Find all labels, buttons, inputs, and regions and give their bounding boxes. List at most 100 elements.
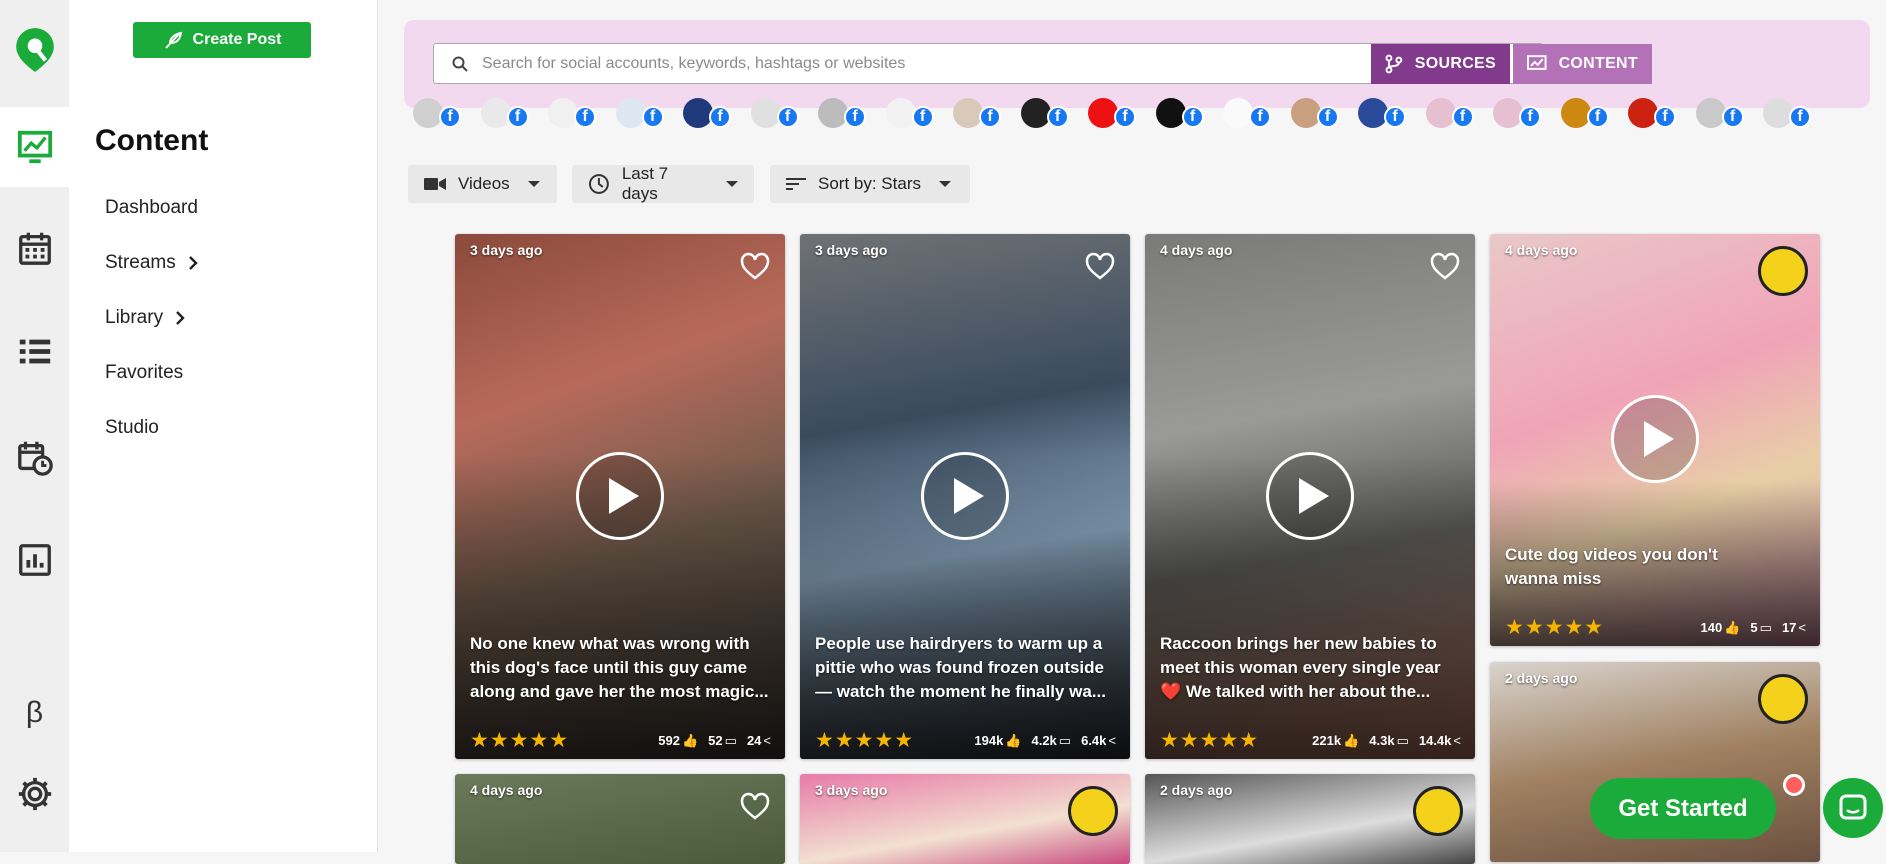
facebook-icon: f	[1316, 106, 1339, 128]
nav-favorites[interactable]: Favorites	[105, 362, 183, 384]
comments-count: 4.3k ▭	[1369, 733, 1409, 748]
video-card[interactable]: 4 days ago Raccoon brings her new babies…	[1145, 234, 1475, 759]
source-avatar[interactable]: f	[1628, 98, 1676, 128]
play-icon	[1299, 478, 1329, 514]
nav-library[interactable]: Library	[105, 307, 185, 329]
channel-badge	[1758, 246, 1808, 296]
avatar-image	[885, 98, 916, 128]
chevron-right-icon	[176, 311, 185, 325]
source-avatar[interactable]: f	[1493, 98, 1541, 128]
rail-beta[interactable]: β	[0, 676, 69, 750]
play-icon	[1644, 421, 1674, 457]
rail-analytics[interactable]	[0, 523, 69, 597]
source-avatar[interactable]: f	[548, 98, 596, 128]
rail-calendar[interactable]	[0, 211, 69, 285]
source-avatar[interactable]: f	[1290, 98, 1339, 128]
rail-content[interactable]	[0, 107, 69, 187]
card-caption: People use hairdryers to warm up a pitti…	[815, 634, 1106, 701]
chart-screen-icon	[1527, 55, 1547, 70]
source-avatar[interactable]: f	[1088, 98, 1136, 128]
source-avatar[interactable]: f	[683, 98, 731, 128]
nav-streams[interactable]: Streams	[105, 252, 198, 274]
thumbs-up-icon: 👍	[1724, 620, 1741, 635]
source-avatar[interactable]: f	[480, 98, 529, 128]
sort-lines-icon	[786, 178, 806, 190]
video-card[interactable]: 4 days ago	[455, 774, 785, 864]
type-filter-value: Videos	[458, 174, 510, 193]
share-icon: <	[1798, 620, 1806, 635]
source-avatar[interactable]: f	[1763, 98, 1811, 128]
card-age: 4 days ago	[1160, 242, 1233, 258]
heart-icon[interactable]	[1085, 252, 1115, 280]
video-card[interactable]: 4 days ago Cute dog videos you don't wan…	[1490, 234, 1820, 646]
source-avatar[interactable]: f	[1425, 98, 1474, 128]
source-avatar[interactable]: f	[1358, 98, 1406, 128]
channel-badge	[1068, 786, 1118, 836]
rail-settings[interactable]	[0, 757, 69, 831]
card-caption: Raccoon brings her new babies to meet th…	[1160, 634, 1441, 701]
heart-icon[interactable]	[740, 792, 770, 820]
rail-list[interactable]	[0, 315, 69, 389]
nav-label: Library	[105, 307, 164, 328]
caret-down-icon	[527, 181, 540, 187]
star-rating: ★★★★★	[1505, 616, 1605, 639]
type-filter-dropdown[interactable]: Videos	[408, 165, 557, 203]
facebook-icon: f	[506, 106, 529, 128]
rail-schedule[interactable]	[0, 420, 69, 494]
source-avatar[interactable]: f	[818, 98, 866, 128]
date-range-dropdown[interactable]: Last 7 days	[572, 164, 754, 203]
video-card[interactable]: 3 days ago No one knew what was wrong wi…	[455, 234, 785, 759]
nav-dashboard[interactable]: Dashboard	[105, 197, 198, 219]
share-icon: <	[1108, 733, 1116, 748]
thumbs-up-icon: 👍	[1343, 733, 1360, 748]
chart-screen-icon	[17, 130, 52, 164]
play-button[interactable]	[921, 452, 1009, 540]
caret-down-icon	[726, 181, 738, 187]
source-avatar[interactable]: f	[1560, 98, 1609, 128]
tab-sources[interactable]: SOURCES	[1371, 44, 1510, 84]
source-avatar[interactable]: f	[615, 98, 664, 128]
source-avatar[interactable]: f	[1223, 98, 1271, 128]
facebook-icon: f	[1721, 106, 1744, 128]
shares-count: 6.4k <	[1081, 733, 1116, 748]
card-age: 3 days ago	[815, 242, 888, 258]
search-input[interactable]	[482, 54, 1482, 73]
create-post-button[interactable]: Create Post	[133, 22, 311, 58]
chat-button[interactable]	[1823, 778, 1883, 838]
video-card[interactable]: 2 days ago	[1145, 774, 1475, 864]
tab-content[interactable]: CONTENT	[1513, 44, 1652, 84]
feather-icon	[164, 31, 182, 49]
comment-icon: ▭	[724, 733, 737, 748]
caret-down-icon	[938, 181, 951, 187]
facebook-icon: f	[844, 106, 866, 128]
play-icon	[954, 478, 984, 514]
heart-icon[interactable]	[1430, 252, 1460, 280]
play-button[interactable]	[576, 452, 664, 540]
source-avatar[interactable]: f	[413, 98, 461, 128]
avatar-image	[1020, 98, 1051, 128]
get-started-button[interactable]: Get Started	[1590, 778, 1776, 839]
source-avatar[interactable]: f	[1020, 98, 1069, 128]
brand-logo[interactable]	[0, 10, 69, 90]
source-avatar[interactable]: f	[1695, 98, 1744, 128]
nav-studio[interactable]: Studio	[105, 417, 159, 439]
card-age: 3 days ago	[815, 782, 888, 798]
source-avatar[interactable]: f	[885, 98, 934, 128]
sort-dropdown[interactable]: Sort by: Stars	[770, 165, 970, 203]
source-avatar[interactable]: f	[750, 98, 799, 128]
card-age: 2 days ago	[1505, 670, 1578, 686]
video-card[interactable]: 3 days ago People use hairdryers to warm…	[800, 234, 1130, 759]
video-card[interactable]: 3 days ago	[800, 774, 1130, 864]
facebook-icon: f	[1654, 106, 1676, 128]
channel-badge	[1758, 674, 1808, 724]
source-avatar[interactable]: f	[1155, 98, 1204, 128]
notification-dot	[1783, 774, 1805, 796]
facebook-icon: f	[1181, 106, 1204, 128]
play-button[interactable]	[1266, 452, 1354, 540]
card-age: 4 days ago	[1505, 242, 1578, 258]
source-avatar[interactable]: f	[953, 98, 1001, 128]
play-button[interactable]	[1611, 395, 1699, 483]
likes-count: 140 👍	[1700, 620, 1741, 635]
heart-icon[interactable]	[740, 252, 770, 280]
main-area: SOURCES CONTENT f f f f f f f f f f f f f f f f f f f f f Vi…	[378, 0, 1886, 864]
